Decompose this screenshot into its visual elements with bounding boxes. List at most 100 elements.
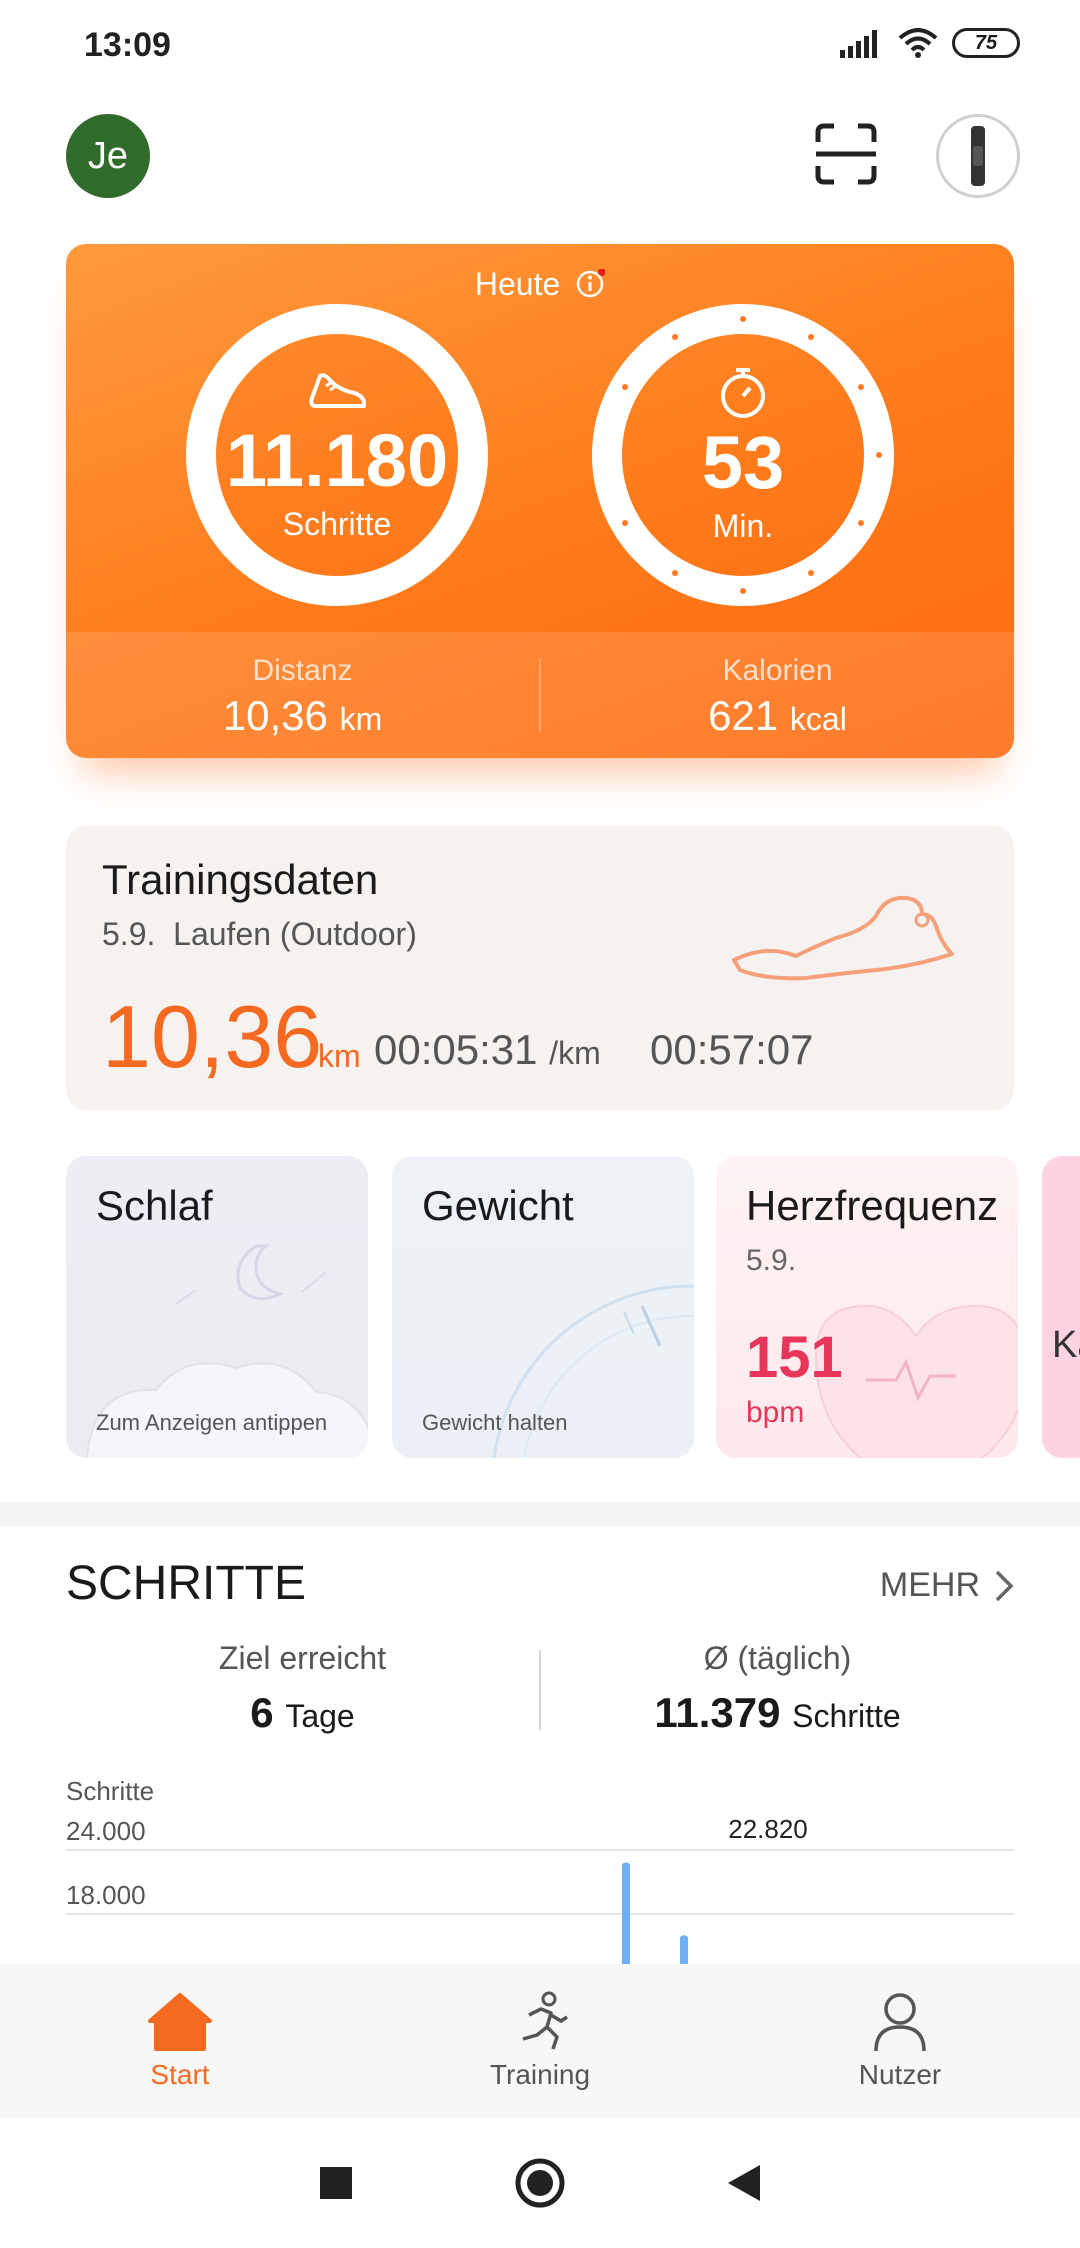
steps-chart: Schritte 24.000 18.000 22.820 xyxy=(66,1776,1014,1966)
system-navigation xyxy=(0,2118,1080,2248)
info-icon[interactable] xyxy=(575,268,607,299)
bottom-navigation: Start Training Nutzer xyxy=(0,1964,1080,2118)
weight-title: Gewicht xyxy=(422,1182,574,1229)
training-pace: 00:05:31 xyxy=(374,1026,538,1073)
step-bar[interactable] xyxy=(680,1935,688,1966)
goal-label: Ziel erreicht xyxy=(218,1640,387,1676)
partial-tile-title: Ka xyxy=(1052,1324,1080,1366)
heart-rate-tile[interactable]: Herzfrequenz 5.9. 151 bpm xyxy=(716,1156,1018,1458)
y-tick-24000: 24.000 xyxy=(66,1816,146,1846)
calories-stat: Kalorien 621 kcal xyxy=(541,632,1014,758)
sleep-title: Schlaf xyxy=(96,1182,213,1229)
home-button-icon[interactable] xyxy=(514,2157,566,2209)
battery-level: 75 xyxy=(974,31,998,54)
scan-button[interactable] xyxy=(814,122,878,186)
training-distance-unit: km xyxy=(318,1038,361,1074)
heart-rate-unit: bpm xyxy=(746,1396,805,1429)
stopwatch-icon xyxy=(721,367,765,418)
distance-stat: Distanz 10,36 km xyxy=(66,632,539,758)
avatar-initials: Je xyxy=(87,134,129,177)
goal-unit: Tage xyxy=(285,1698,355,1734)
training-distance: 10,36 xyxy=(102,987,323,1086)
goal-stat: Ziel erreicht 6 Tage xyxy=(66,1640,539,1740)
average-stat: Ø (täglich) 11.379 Schritte xyxy=(541,1640,1014,1740)
chart-y-label: Schritte xyxy=(66,1776,154,1806)
training-data-card[interactable]: Trainingsdaten 5.9. Laufen (Outdoor) 10,… xyxy=(66,826,1014,1110)
steps-ring-content: 11.180 Schritte xyxy=(186,304,488,606)
training-pace-unit: /km xyxy=(549,1035,601,1071)
distance-value: 10,36 xyxy=(222,692,328,739)
sleep-tile[interactable]: Schlaf Zum Anzeigen antippen xyxy=(66,1156,368,1458)
active-minutes-unit: Min. xyxy=(712,507,774,544)
weight-hint: Gewicht halten xyxy=(422,1410,568,1435)
highlight-value-label: 22.820 xyxy=(728,1814,808,1844)
y-tick-18000: 18.000 xyxy=(66,1880,146,1910)
calories-unit: kcal xyxy=(789,701,847,737)
average-label: Ø (täglich) xyxy=(703,1640,852,1676)
running-icon xyxy=(522,1991,568,2050)
distance-value-row: 10,36 km xyxy=(66,692,539,740)
active-minutes-value: 53 xyxy=(701,420,785,504)
today-activity-card[interactable]: Heute 11.180 Schritte 53 Min. Distanz 10… xyxy=(66,244,1014,758)
nav-start[interactable]: Start xyxy=(0,1964,360,2118)
active-minutes-content: 53 Min. xyxy=(592,304,894,606)
route-map-icon xyxy=(732,895,954,981)
average-unit: Schritte xyxy=(792,1698,901,1734)
sleep-hint: Zum Anzeigen antippen xyxy=(96,1410,328,1435)
average-value-row: 11.379 Schritte xyxy=(541,1689,1014,1737)
avatar[interactable]: Je xyxy=(66,114,150,198)
heart-rate-title: Herzfrequenz xyxy=(746,1182,999,1229)
step-bar[interactable] xyxy=(622,1862,630,1966)
calories-tile-partial[interactable]: Ka xyxy=(1042,1156,1080,1458)
recents-icon[interactable] xyxy=(318,2165,354,2201)
nav-user-label: Nutzer xyxy=(858,2059,942,2090)
weight-tile[interactable]: Gewicht Gewicht halten xyxy=(392,1156,694,1458)
status-time: 13:09 xyxy=(84,26,171,64)
training-title: Trainingsdaten xyxy=(102,856,379,903)
goal-value: 6 xyxy=(250,1689,274,1736)
today-header: Heute xyxy=(66,266,1014,303)
steps-ring[interactable]: 11.180 Schritte xyxy=(186,304,488,606)
status-bar: 13:09 75 xyxy=(0,0,1080,96)
nav-training[interactable]: Training xyxy=(360,1964,720,2118)
today-label: Heute xyxy=(474,266,561,302)
battery-indicator: 75 xyxy=(952,28,1020,58)
training-activity: Laufen (Outdoor) xyxy=(173,916,417,952)
goal-value-row: 6 Tage xyxy=(66,1689,539,1737)
nav-user[interactable]: Nutzer xyxy=(720,1964,1080,2118)
shoe-icon xyxy=(309,372,366,408)
training-duration: 00:57:07 xyxy=(650,1026,814,1073)
heart-rate-date: 5.9. xyxy=(746,1244,797,1277)
training-subtitle: 5.9. Laufen (Outdoor) xyxy=(102,916,417,953)
back-icon[interactable] xyxy=(726,2163,762,2203)
chevron-right-icon xyxy=(995,1570,1014,1601)
user-icon xyxy=(874,1993,926,2052)
steps-unit: Schritte xyxy=(282,505,392,542)
steps-stats: Ziel erreicht 6 Tage Ø (täglich) 11.379 … xyxy=(66,1640,1014,1740)
device-button[interactable] xyxy=(936,114,1020,198)
today-summary: Distanz 10,36 km Kalorien 621 kcal xyxy=(66,632,1014,758)
wifi-icon xyxy=(898,28,938,58)
status-icons: 75 xyxy=(840,28,1020,58)
calories-label: Kalorien xyxy=(722,654,833,687)
nav-start-label: Start xyxy=(150,2059,210,2090)
signal-icon xyxy=(840,30,877,58)
distance-unit: km xyxy=(339,701,383,737)
more-link[interactable]: MEHR xyxy=(880,1566,1014,1605)
distance-label: Distanz xyxy=(252,654,353,687)
calories-value: 621 xyxy=(708,692,779,739)
average-value: 11.379 xyxy=(654,1689,781,1736)
section-divider xyxy=(0,1502,1080,1526)
fitness-band-icon xyxy=(971,126,985,186)
home-icon xyxy=(148,1993,212,2051)
calories-value-row: 621 kcal xyxy=(541,692,1014,740)
more-label: MEHR xyxy=(879,1566,980,1604)
steps-value: 11.180 xyxy=(225,418,449,502)
active-minutes-ring[interactable]: 53 Min. xyxy=(592,304,894,606)
scan-icon xyxy=(815,123,877,185)
training-pace-row: 00:05:31 /km xyxy=(374,1026,601,1074)
nav-training-label: Training xyxy=(489,2059,591,2090)
heart-rate-value: 151 xyxy=(746,1325,843,1390)
steps-section-title: SCHRITTE xyxy=(66,1557,306,1610)
training-date: 5.9. xyxy=(102,916,156,952)
